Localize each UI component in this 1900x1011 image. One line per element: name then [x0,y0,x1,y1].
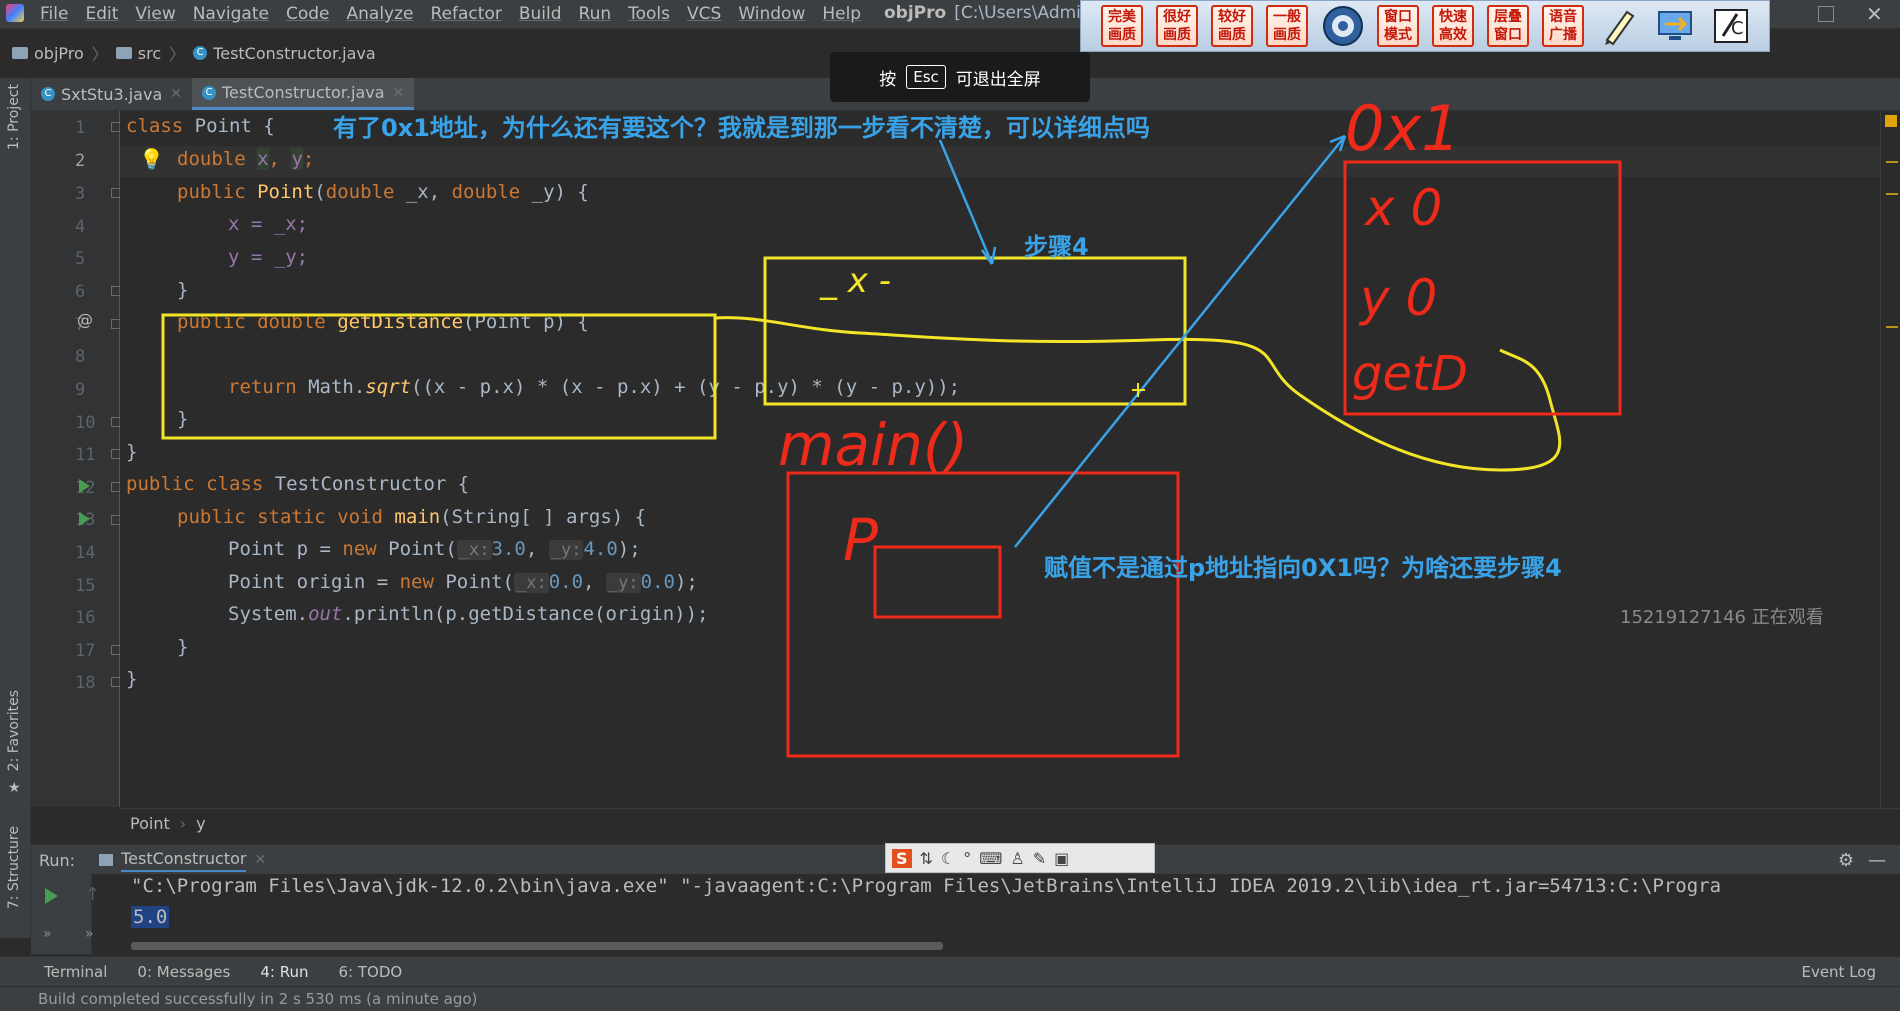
annotation-question-top: 有了0x1地址，为什么还有要这个？我就是到那一步看不清楚，可以详细点吗 [333,114,1150,142]
handwritten-field-y: y 0 [1358,269,1437,327]
handwritten-param: _ x - [819,261,891,301]
crosshair-cursor-icon [1132,383,1145,397]
handwritten-main: main() [778,411,968,479]
viewer-watching-notice: 15219127146 正在观看 [1620,607,1824,628]
annotation-question-bottom: 赋值不是通过p地址指向0X1吗？为啥还要步骤4 [1044,554,1562,582]
red-p-variable-box [873,545,1002,619]
annotation-step4: 步骤4 [1024,233,1089,261]
annotation-layer: _ x - 0x1 x 0 y 0 getD main() P [161,92,1622,758]
handwritten-p: P [843,506,878,574]
blue-arrow-step4 [938,139,994,265]
handwritten-address: 0x1 [1345,92,1461,165]
handwritten-field-x: x 0 [1363,179,1442,237]
yellow-method-box [161,313,717,440]
handwritten-getdistance: getD [1352,346,1468,402]
